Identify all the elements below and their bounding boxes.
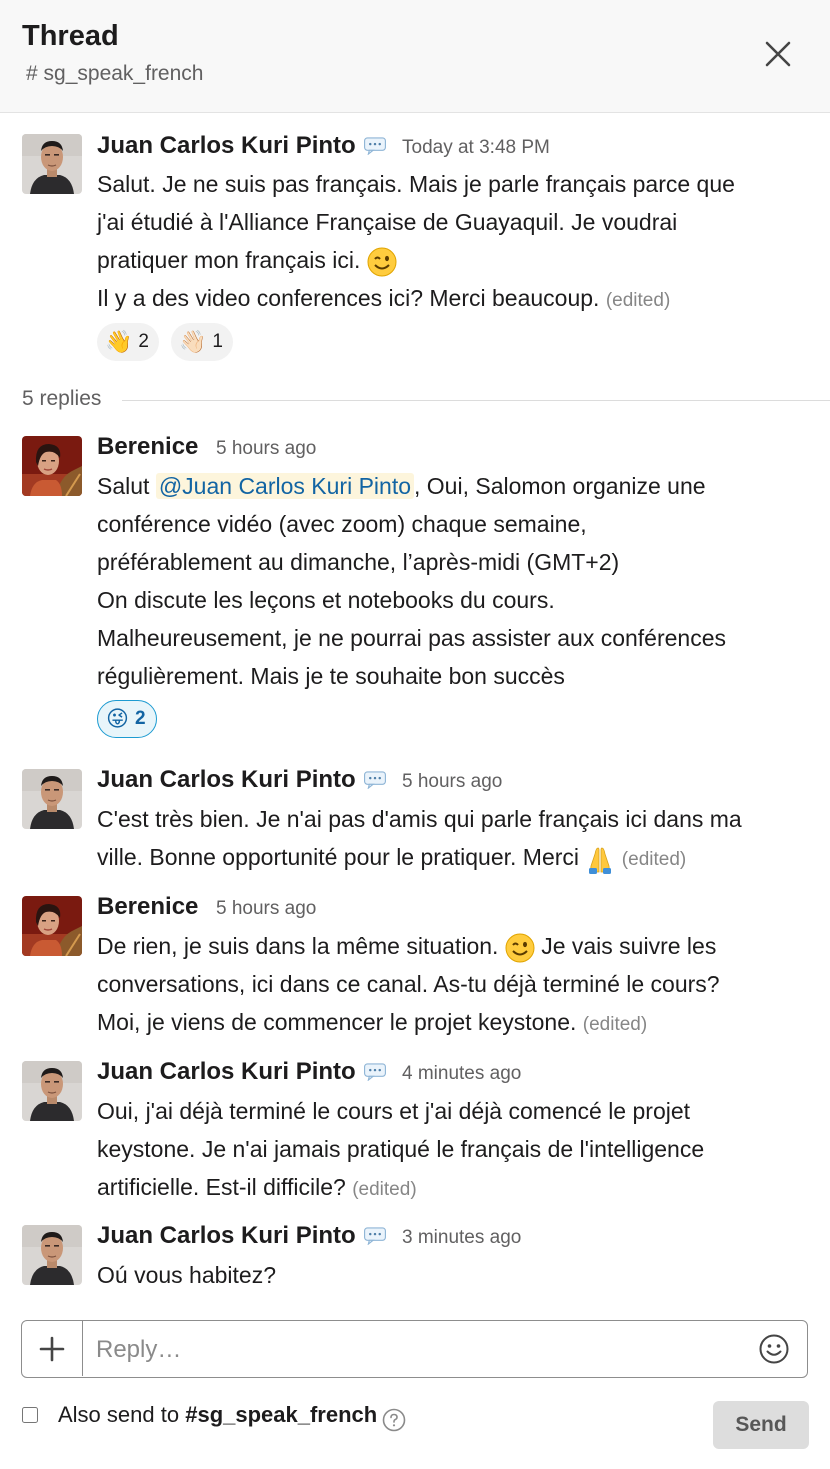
message-line: conversations, ici dans ce canal. As-tu … (97, 971, 720, 997)
author-name[interactable]: Juan Carlos Kuri Pinto (97, 1222, 356, 1250)
pray-emoji (588, 847, 612, 874)
question-circle-icon[interactable] (382, 1408, 406, 1432)
message-body: Salut @Juan Carlos Kuri Pinto, Oui, Salo… (97, 467, 726, 695)
reaction-count: 1 (212, 331, 223, 352)
avatar[interactable] (22, 769, 82, 829)
message-line: C'est très bien. Je n'ai pas d'amis qui … (97, 806, 742, 832)
message-body: Oú vous habitez? (97, 1256, 276, 1294)
message-timestamp[interactable]: 5 hours ago (216, 898, 316, 920)
message-line: conférence vidéo (avec zoom) chaque sema… (97, 511, 587, 537)
divider-line (122, 400, 830, 401)
message-line: Malheureusement, je ne pourrai pas assis… (97, 625, 727, 651)
wave-light-skin-emoji: 👋🏻 (179, 329, 207, 354)
message-line: Salut. Je ne suis pas français. Mais je … (97, 171, 735, 197)
message-timestamp[interactable]: 4 minutes ago (402, 1063, 521, 1085)
crazy-face-emoji: 😜 (106, 706, 129, 731)
author-name[interactable]: Berenice (97, 893, 198, 921)
author-name[interactable]: Berenice (97, 433, 198, 461)
reaction-crazy-face[interactable]: 😜 2 (97, 700, 157, 738)
edited-label: (edited) (605, 290, 671, 311)
message-timestamp[interactable]: 5 hours ago (402, 771, 502, 793)
reaction-wave[interactable]: 👋 2 (97, 323, 159, 361)
message-timestamp[interactable]: Today at 3:48 PM (402, 137, 550, 159)
thread-channel-name[interactable]: # sg_speak_french (26, 62, 203, 86)
message-line: Il y a des video conferences ici? Merci … (97, 285, 671, 311)
message-line: Oui, j'ai déjà terminé le cours et j'ai … (97, 1098, 691, 1124)
channel-hash-icon: # (26, 62, 38, 85)
avatar[interactable] (22, 1061, 82, 1121)
also-send-row: Also send to #sg_speak_french (22, 1400, 812, 1450)
avatar[interactable] (22, 436, 82, 496)
message-timestamp[interactable]: 3 minutes ago (402, 1227, 521, 1249)
message-line: keystone. Je n'ai jamais pratiqué le fra… (97, 1136, 705, 1162)
reply-composer (21, 1320, 808, 1378)
avatar[interactable] (22, 1225, 82, 1285)
message-line: artificielle. Est-il difficile? (edited) (97, 1174, 417, 1200)
edited-label: (edited) (352, 1179, 417, 1200)
message-body: De rien, je suis dans la même situation.… (97, 927, 720, 1041)
also-send-label[interactable]: Also send to #sg_speak_french (58, 1402, 377, 1428)
thread-header: Thread # sg_speak_french (0, 0, 830, 113)
message-line: préférablement au dimanche, l’après-midi… (97, 549, 620, 575)
message-line: Moi, je viens de commencer le projet key… (97, 1009, 648, 1035)
speech-bubble-icon (364, 1227, 386, 1245)
author-name[interactable]: Juan Carlos Kuri Pinto (97, 1058, 356, 1086)
channel-name: sg_speak_french (43, 62, 204, 85)
message-line: Salut @Juan Carlos Kuri Pinto, Oui, Salo… (97, 473, 706, 499)
speech-bubble-icon (364, 771, 386, 789)
wink-emoji (366, 246, 397, 277)
speech-bubble-icon (364, 1063, 386, 1081)
message-line: pratiquer mon français ici. (97, 241, 735, 279)
edited-label: (edited) (582, 1014, 648, 1035)
message-line: j'ai étudié à l'Alliance Française de Gu… (97, 209, 678, 235)
author-name[interactable]: Juan Carlos Kuri Pinto (97, 766, 356, 794)
speech-bubble-icon (364, 137, 386, 155)
close-icon[interactable] (758, 34, 798, 74)
send-button[interactable]: Send (713, 1401, 809, 1449)
also-send-checkbox[interactable] (22, 1407, 38, 1423)
user-mention[interactable]: @Juan Carlos Kuri Pinto (155, 473, 415, 499)
wave-emoji: 👋 (105, 329, 133, 354)
smiley-icon[interactable] (758, 1333, 790, 1365)
avatar[interactable] (22, 896, 82, 956)
message-line: Oú vous habitez? (97, 1262, 277, 1288)
message-body: C'est très bien. Je n'ai pas d'amis qui … (97, 800, 742, 876)
replies-divider: 5 replies (22, 385, 830, 415)
message-line: régulièrement. Mais je te souhaite bon s… (97, 663, 565, 689)
wink-emoji (504, 932, 535, 963)
reaction-count: 2 (138, 331, 149, 352)
plus-icon (39, 1336, 65, 1361)
reaction-count: 2 (134, 708, 146, 729)
avatar[interactable] (22, 134, 82, 194)
add-attachment-button[interactable] (22, 1321, 83, 1376)
message-line: De rien, je suis dans la même situation.… (97, 927, 720, 965)
reaction-wave-light[interactable]: 👋🏻 1 (171, 323, 233, 361)
edited-label: (edited) (621, 849, 687, 870)
thread-title: Thread (22, 20, 119, 52)
replies-count: 5 replies (22, 387, 102, 410)
reply-input[interactable] (94, 1329, 738, 1371)
message-line: On discute les leçons et notebooks du co… (97, 587, 555, 613)
message-body: Oui, j'ai déjà terminé le cours et j'ai … (97, 1092, 704, 1206)
message-timestamp[interactable]: 5 hours ago (216, 438, 316, 460)
author-name[interactable]: Juan Carlos Kuri Pinto (97, 132, 356, 160)
message-body: Salut. Je ne suis pas français. Mais je … (97, 165, 735, 317)
message-line: ville. Bonne opportunité pour le pratiqu… (97, 838, 742, 876)
